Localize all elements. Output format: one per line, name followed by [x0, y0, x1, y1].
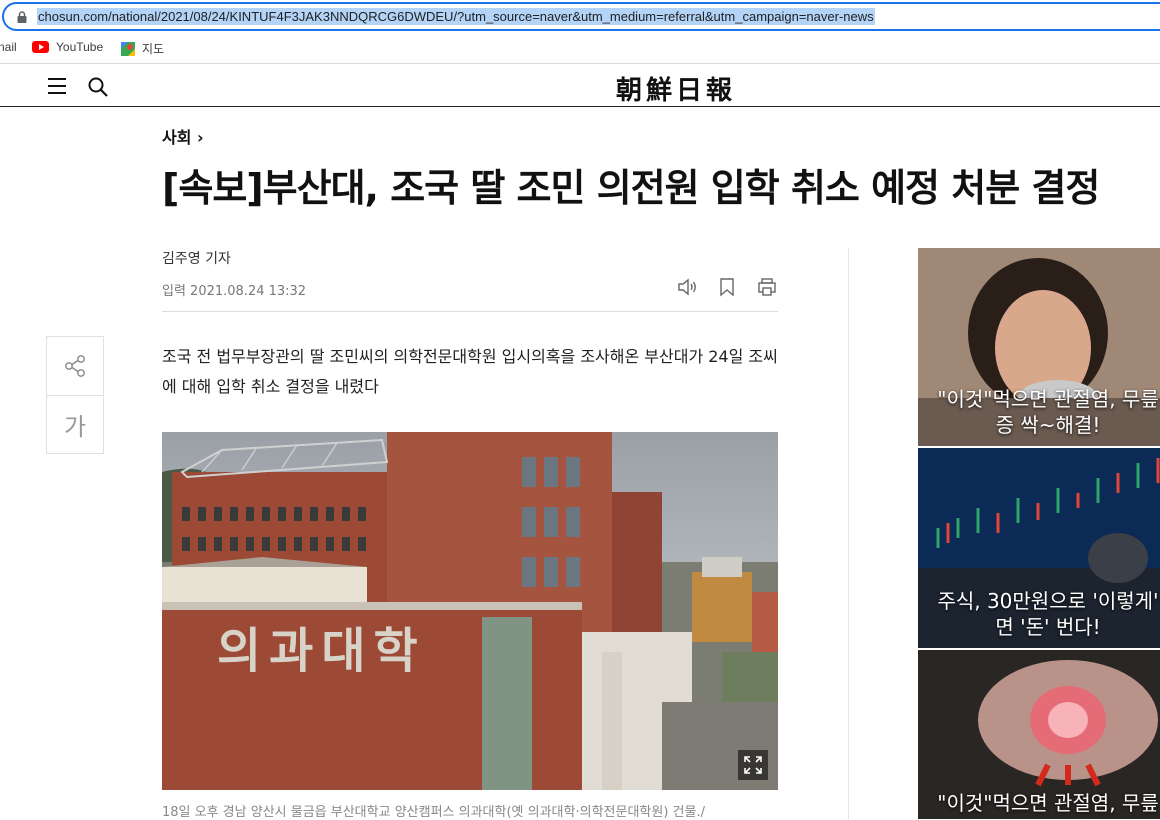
ad-line: 증 싹~해결!	[995, 413, 1101, 437]
article-photo[interactable]: 의과대학	[162, 432, 778, 790]
print-icon[interactable]	[756, 276, 778, 298]
bookmark-label: YouTube	[56, 40, 104, 54]
ad-banner-3[interactable]: "이것"먹으면 관절염, 무릎	[918, 650, 1160, 819]
url-text[interactable]: chosun.com/national/2021/08/24/KINTUF4F3…	[37, 8, 875, 25]
ad-line: "이것"먹으면 관절염, 무릎	[937, 387, 1159, 411]
font-size-label: 가	[63, 413, 87, 441]
share-button[interactable]	[47, 337, 103, 395]
header-divider	[162, 311, 778, 312]
search-icon[interactable]	[87, 76, 109, 98]
youtube-icon	[32, 41, 49, 53]
building-sign: 의과대학	[217, 623, 426, 679]
author-byline[interactable]: 김주영 기자	[162, 248, 231, 268]
lock-icon	[17, 11, 27, 23]
bookmark-label: 지도	[142, 42, 165, 56]
bookmarks-bar: nail YouTube 지도	[0, 33, 1160, 64]
maps-icon	[121, 41, 135, 56]
address-bar[interactable]: chosun.com/national/2021/08/24/KINTUF4F3…	[2, 2, 1160, 31]
ad-text-1: "이것"먹으면 관절염, 무릎 증 싹~해결!	[918, 386, 1160, 438]
photo-illustration: 의과대학	[162, 432, 778, 790]
bookmark-icon[interactable]	[716, 276, 738, 298]
bookmark-label: nail	[0, 40, 17, 54]
ad-text-2: 주식, 30만원으로 '이렇게' 면 '돈' 번다!	[918, 588, 1160, 640]
share-icon	[65, 355, 85, 377]
publish-timestamp: 입력 2021.08.24 13:32	[162, 284, 307, 299]
article-headline: [속보]부산대, 조국 딸 조민 의전원 입학 취소 예정 처분 결정	[162, 166, 1100, 210]
hamburger-menu-icon[interactable]	[48, 78, 66, 94]
ad-text-3: "이것"먹으면 관절염, 무릎	[918, 790, 1160, 816]
article-lead: 조국 전 법무부장관의 딸 조민씨의 의학전문대학원 입시의혹을 조사해온 부산…	[162, 347, 778, 396]
ad-banner-2[interactable]: 주식, 30만원으로 '이렇게' 면 '돈' 번다!	[918, 448, 1160, 648]
floating-toolbar: 가	[46, 336, 104, 454]
ad-line: 주식, 30만원으로 '이렇게'	[937, 589, 1159, 613]
bookmark-youtube[interactable]: YouTube	[32, 40, 103, 54]
expand-photo-button[interactable]	[738, 750, 768, 780]
site-header: 朝鮮日報	[0, 64, 1160, 107]
section-breadcrumb[interactable]: 사회 ›	[162, 124, 204, 148]
ad-banner-1[interactable]: "이것"먹으면 관절염, 무릎 증 싹~해결!	[918, 248, 1160, 446]
bookmark-gmail[interactable]: nail	[0, 40, 17, 54]
expand-icon	[744, 756, 762, 774]
site-logo[interactable]: 朝鮮日報	[616, 70, 736, 107]
bookmark-maps[interactable]: 지도	[121, 40, 164, 57]
font-size-button[interactable]: 가	[47, 395, 103, 453]
sidebar-divider	[848, 248, 849, 819]
ad-line: 면 '돈' 번다!	[995, 615, 1101, 639]
speaker-icon[interactable]	[676, 276, 698, 298]
section-label: 사회	[162, 128, 192, 147]
browser-toolbar: chosun.com/national/2021/08/24/KINTUF4F3…	[0, 0, 1160, 33]
photo-caption: 18일 오후 경남 양산시 물금읍 부산대학교 양산캠퍼스 의과대학(옛 의과대…	[162, 805, 705, 820]
article-tools	[676, 276, 778, 298]
chevron-right-icon: ›	[197, 128, 204, 147]
ad-line: "이것"먹으면 관절염, 무릎	[937, 791, 1159, 815]
